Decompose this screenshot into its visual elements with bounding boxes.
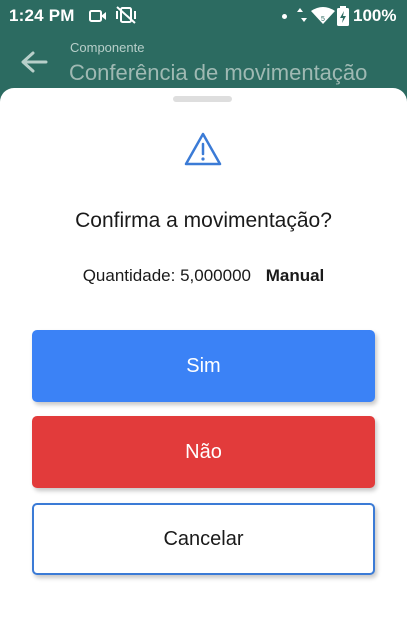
quantity-mode: Manual xyxy=(265,266,325,285)
battery-icon xyxy=(337,6,349,31)
notification-dot-icon xyxy=(282,14,287,19)
battery-percent: 100% xyxy=(353,6,397,25)
dialog-title: Confirma a movimentação? xyxy=(75,209,332,232)
data-arrows-icon xyxy=(297,7,307,28)
no-button[interactable]: Não xyxy=(32,416,375,488)
page-title: Conferência de movimentação xyxy=(69,60,368,85)
confirmation-bottom-sheet: Confirma a movimentação? Quantidade: 5,0… xyxy=(0,88,407,619)
wifi-badge: 5 xyxy=(321,16,325,23)
app-header: Componente Conferência de movimentação xyxy=(0,32,407,92)
yes-button[interactable]: Sim xyxy=(32,330,375,402)
cancel-button[interactable]: Cancelar xyxy=(32,503,375,575)
back-arrow-icon[interactable] xyxy=(20,50,48,79)
screen: 1:24 PM 5 100% Componente Conferência de… xyxy=(0,0,407,619)
status-time: 1:24 PM xyxy=(9,6,75,25)
video-camera-icon xyxy=(89,8,107,28)
quantity-label: Quantidade: xyxy=(82,266,176,285)
wifi-icon: 5 xyxy=(310,7,336,30)
drag-handle[interactable] xyxy=(173,96,232,102)
warning-icon xyxy=(184,132,222,171)
status-bar: 1:24 PM 5 100% xyxy=(0,0,407,32)
header-subtitle: Componente xyxy=(70,40,145,55)
quantity-line: Quantidade: 5,000000 Manual xyxy=(0,266,407,286)
vibrate-off-icon xyxy=(115,6,137,29)
quantity-value: 5,000000 xyxy=(180,266,251,285)
